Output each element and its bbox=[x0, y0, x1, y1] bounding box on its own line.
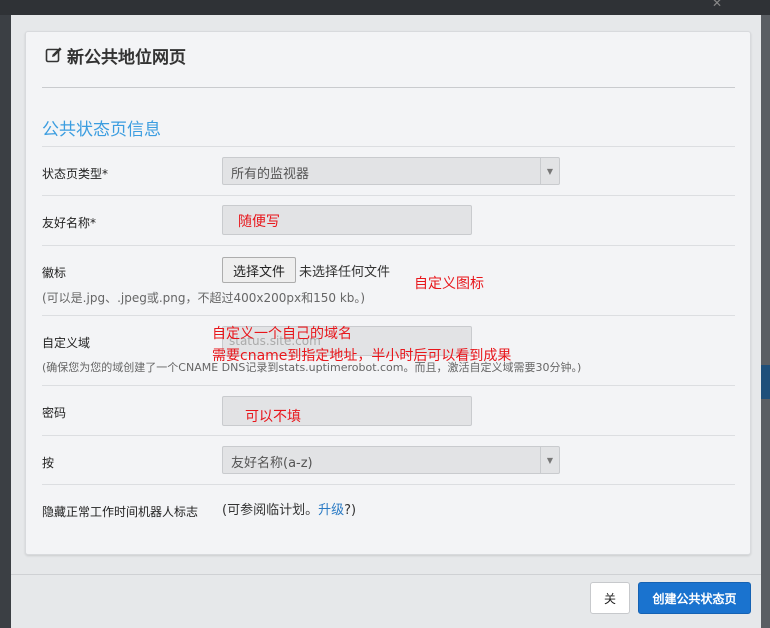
sort-label: 按 bbox=[42, 456, 55, 470]
backdrop bbox=[0, 0, 770, 15]
file-status: 未选择任何文件 bbox=[299, 265, 391, 280]
page-title: 新公共地位网页 bbox=[67, 47, 186, 68]
chevron-down-icon: ▼ bbox=[540, 447, 559, 473]
sort-select[interactable]: 友好名称(a-z) ▼ bbox=[222, 446, 560, 474]
section-title: 公共状态页信息 bbox=[42, 120, 161, 140]
divider bbox=[42, 146, 735, 147]
logo-annotation: 自定义图标 bbox=[414, 276, 484, 292]
new-status-page-dialog: 新公共地位网页 公共状态页信息 状态页类型* 所有的监视器 ▼ 友好名称* 随便… bbox=[11, 15, 761, 628]
divider bbox=[42, 484, 735, 485]
logo-help: (可以是.jpg、.jpeg或.png，不超过400x200px和150 kb。… bbox=[42, 291, 366, 305]
divider bbox=[42, 195, 735, 196]
hide-logo-note: (可参阅临计划。升级?) bbox=[222, 499, 356, 518]
custom-domain-help: (确保您为您的域创建了一个CNAME DNS记录到stats.uptimerob… bbox=[42, 361, 582, 374]
sort-select-value: 友好名称(a-z) bbox=[231, 456, 313, 471]
background-close-icon: ✕ bbox=[712, 0, 723, 10]
edit-icon bbox=[45, 47, 62, 63]
close-button[interactable]: 关 bbox=[590, 582, 630, 614]
type-select[interactable]: 所有的监视器 ▼ bbox=[222, 157, 560, 185]
backdrop-highlight bbox=[761, 365, 770, 399]
chevron-down-icon: ▼ bbox=[540, 158, 559, 184]
type-label: 状态页类型* bbox=[42, 167, 109, 181]
type-select-value: 所有的监视器 bbox=[231, 167, 310, 182]
title-divider bbox=[42, 87, 735, 88]
hide-logo-label: 隐藏正常工作时间机器人标志 bbox=[42, 505, 199, 519]
choose-file-button[interactable]: 选择文件 bbox=[222, 257, 296, 283]
create-status-page-button[interactable]: 创建公共状态页 bbox=[638, 582, 751, 614]
divider bbox=[42, 435, 735, 436]
upgrade-link[interactable]: 升级 bbox=[318, 503, 344, 518]
form-card: 新公共地位网页 公共状态页信息 状态页类型* 所有的监视器 ▼ 友好名称* 随便… bbox=[25, 31, 751, 555]
custom-domain-label: 自定义域 bbox=[42, 336, 91, 350]
friendly-name-label: 友好名称* bbox=[42, 216, 97, 230]
divider bbox=[42, 385, 735, 386]
footer-divider bbox=[11, 574, 761, 575]
divider bbox=[42, 245, 735, 246]
backdrop-edge bbox=[761, 15, 770, 628]
divider bbox=[42, 315, 735, 316]
password-annotation: 可以不填 bbox=[245, 409, 301, 425]
friendly-name-annotation: 随便写 bbox=[238, 214, 280, 230]
dialog-header: 新公共地位网页 bbox=[45, 42, 186, 68]
logo-label: 徽标 bbox=[42, 266, 67, 280]
hide-logo-note-suffix: ?) bbox=[344, 503, 357, 518]
password-label: 密码 bbox=[42, 406, 67, 420]
custom-domain-annotation-1: 自定义一个自己的域名 bbox=[212, 326, 352, 342]
hide-logo-note-prefix: (可参阅临计划。 bbox=[222, 503, 319, 518]
